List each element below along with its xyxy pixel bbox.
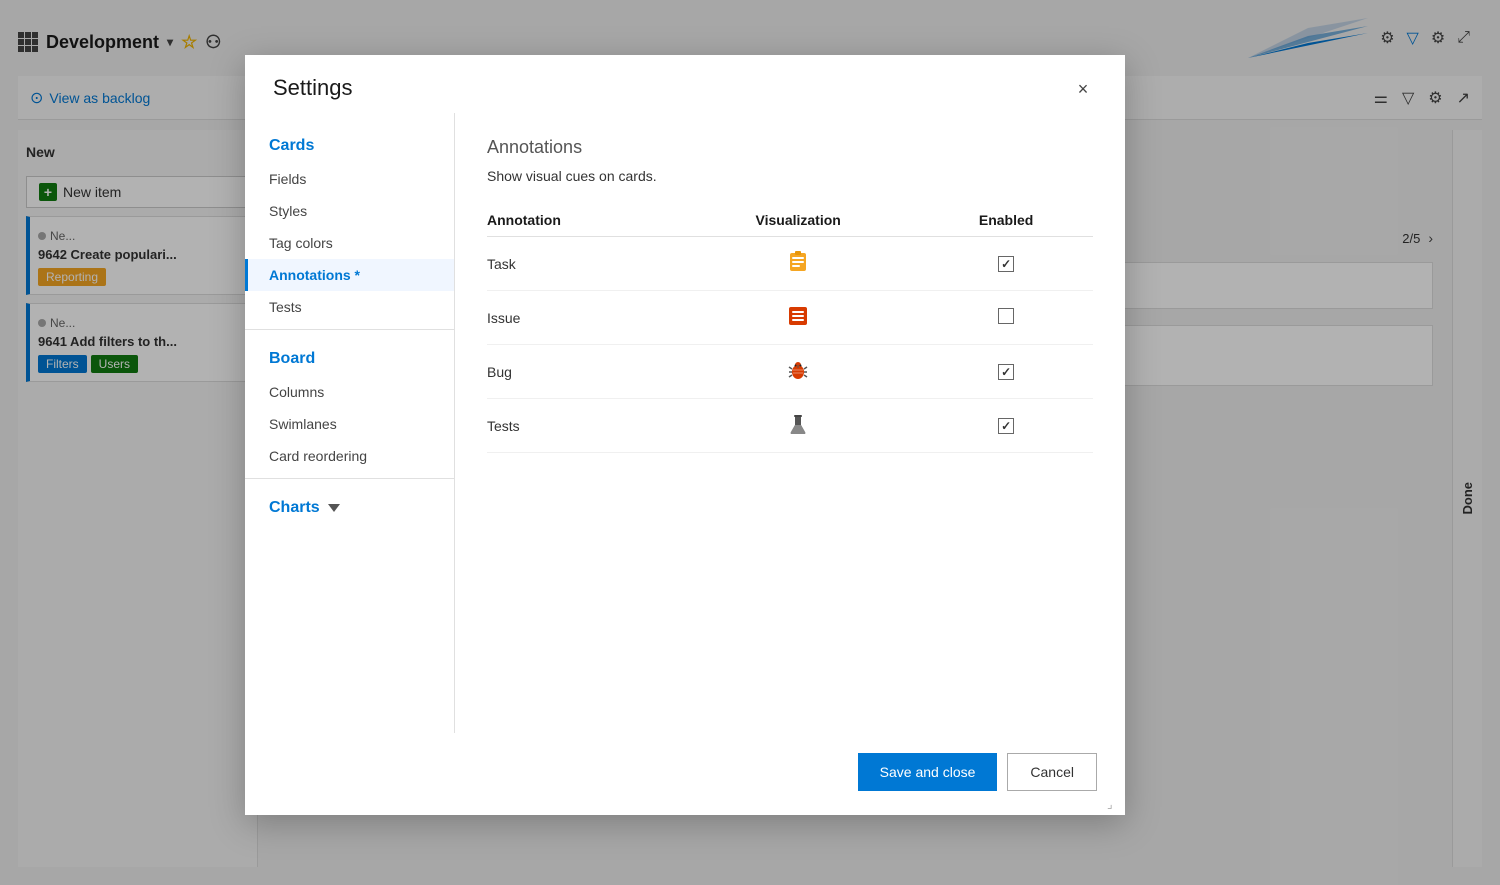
nav-section-charts-area[interactable]: Charts	[245, 485, 454, 521]
table-row-task: Task	[487, 237, 1093, 291]
annotations-table: Annotation Visualization Enabled Task	[487, 204, 1093, 453]
nav-item-annotations[interactable]: Annotations *	[245, 259, 454, 291]
bug-checkbox[interactable]	[998, 364, 1014, 380]
task-label: Task	[487, 237, 677, 291]
modal-header: Settings ×	[245, 55, 1125, 103]
nav-item-tag-colors[interactable]: Tag colors	[245, 227, 454, 259]
tests-visualization	[677, 399, 919, 453]
resize-handle[interactable]: ⌟	[1107, 797, 1121, 811]
nav-item-tests[interactable]: Tests	[245, 291, 454, 323]
bug-enabled-cell[interactable]	[919, 345, 1093, 399]
task-icon	[787, 251, 809, 273]
modal-content: Annotations Show visual cues on cards. A…	[455, 113, 1125, 733]
issue-checkbox[interactable]	[998, 308, 1014, 324]
nav-divider-2	[245, 478, 454, 479]
modal-title: Settings	[273, 75, 353, 101]
task-visualization	[677, 237, 919, 291]
col-header-enabled: Enabled	[919, 204, 1093, 237]
tests-icon	[787, 413, 809, 435]
bug-icon	[787, 359, 809, 381]
issue-enabled-cell[interactable]	[919, 291, 1093, 345]
nav-section-charts[interactable]: Charts	[269, 499, 320, 517]
table-row-issue: Issue	[487, 291, 1093, 345]
issue-label: Issue	[487, 291, 677, 345]
nav-item-columns[interactable]: Columns	[245, 376, 454, 408]
bug-visualization	[677, 345, 919, 399]
nav-item-styles[interactable]: Styles	[245, 195, 454, 227]
issue-icon	[787, 305, 809, 327]
table-row-bug: Bug	[487, 345, 1093, 399]
tests-label: Tests	[487, 399, 677, 453]
tests-checkbox[interactable]	[998, 418, 1014, 434]
modal-footer: Save and close Cancel	[245, 733, 1125, 815]
modal-nav: Cards Fields Styles Tag colors Annotatio…	[245, 113, 455, 733]
nav-section-cards[interactable]: Cards	[245, 123, 454, 163]
col-header-visualization: Visualization	[677, 204, 919, 237]
issue-visualization	[677, 291, 919, 345]
close-button[interactable]: ×	[1069, 75, 1097, 103]
charts-expand-icon[interactable]	[328, 504, 340, 512]
modal-body: Cards Fields Styles Tag colors Annotatio…	[245, 113, 1125, 733]
bug-label: Bug	[487, 345, 677, 399]
nav-item-swimlanes[interactable]: Swimlanes	[245, 408, 454, 440]
tests-enabled-cell[interactable]	[919, 399, 1093, 453]
annotations-description: Show visual cues on cards.	[487, 168, 1093, 184]
nav-divider-1	[245, 329, 454, 330]
col-header-annotation: Annotation	[487, 204, 677, 237]
task-checkbox[interactable]	[998, 256, 1014, 272]
nav-item-card-reordering[interactable]: Card reordering	[245, 440, 454, 472]
save-close-button[interactable]: Save and close	[858, 753, 998, 791]
nav-item-fields[interactable]: Fields	[245, 163, 454, 195]
cancel-button[interactable]: Cancel	[1007, 753, 1097, 791]
nav-section-board[interactable]: Board	[245, 336, 454, 376]
table-row-tests: Tests	[487, 399, 1093, 453]
annotations-section-title: Annotations	[487, 137, 1093, 158]
settings-modal: Settings × Cards Fields Styles Tag color…	[245, 55, 1125, 815]
task-enabled-cell[interactable]	[919, 237, 1093, 291]
